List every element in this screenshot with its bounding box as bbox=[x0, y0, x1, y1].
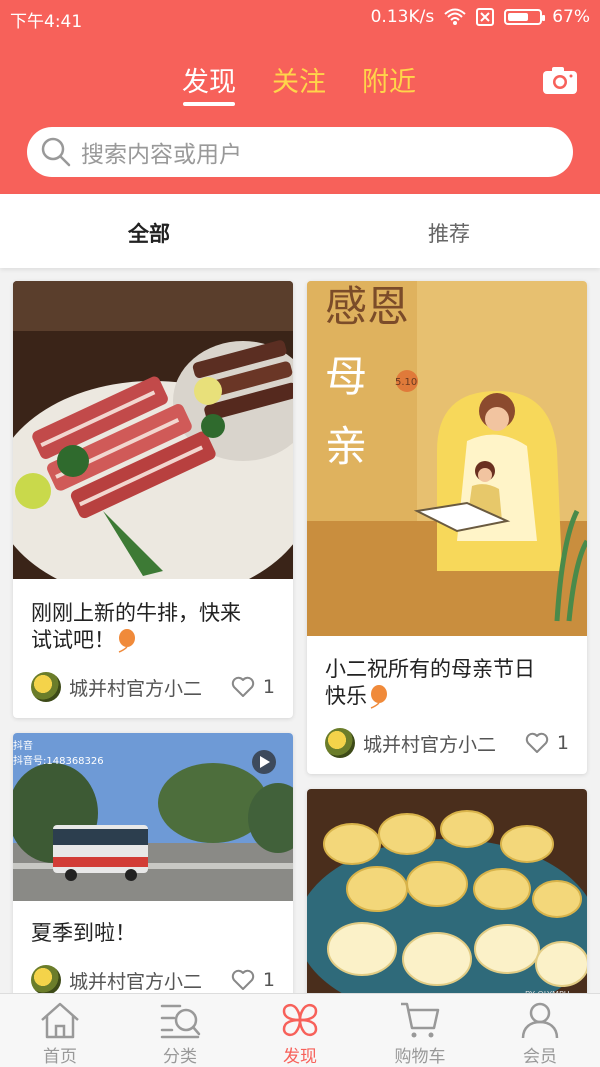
tab-nearby[interactable]: 附近 bbox=[362, 60, 416, 99]
subtabs: 全部 推荐 bbox=[0, 194, 600, 268]
like-count: 1 bbox=[556, 732, 569, 754]
mothers-day-illustration: 感恩 母 亲 5.10 bbox=[307, 281, 587, 636]
bottom-nav: 首页 分类 发现 购物车 会员 bbox=[0, 993, 600, 1067]
tab-discover-label: 发现 bbox=[182, 67, 236, 98]
card-title: 小二祝所有的母亲节日 快乐 bbox=[325, 656, 535, 710]
nav-category[interactable]: 分类 bbox=[135, 1000, 225, 1067]
subtab-recommended[interactable]: 推荐 bbox=[428, 218, 470, 248]
feed-card[interactable]: BY OLYMPU bbox=[307, 789, 587, 1003]
svg-text:感恩: 感恩 bbox=[325, 282, 409, 331]
balloon-icon bbox=[370, 685, 387, 709]
nav-category-label: 分类 bbox=[163, 1047, 197, 1067]
nav-member-label: 会员 bbox=[523, 1047, 557, 1067]
card-title-line: 刚刚上新的牛排，快来 bbox=[31, 601, 241, 625]
avatar bbox=[31, 672, 61, 702]
tiktok-label: 抖音 bbox=[13, 741, 33, 752]
category-icon bbox=[160, 1004, 201, 1039]
card-title-line: 小二祝所有的母亲节日 bbox=[325, 657, 535, 681]
status-bar: 下午4:41 0.13K/s 67% bbox=[0, 0, 600, 34]
battery-percent: 67% bbox=[552, 7, 590, 27]
cart-icon bbox=[401, 1002, 440, 1038]
card-title-line: 快乐 bbox=[325, 683, 535, 710]
status-right: 0.13K/s 67% bbox=[371, 7, 590, 27]
home-icon bbox=[41, 1002, 79, 1039]
battery-fill bbox=[508, 13, 529, 21]
discover-icon bbox=[282, 1003, 318, 1037]
nav-discover-label: 发现 bbox=[283, 1047, 317, 1067]
like-count: 1 bbox=[262, 969, 275, 991]
heart-icon bbox=[231, 676, 255, 697]
svg-text:5.10: 5.10 bbox=[395, 377, 417, 388]
heart-icon bbox=[231, 969, 255, 990]
svg-text:母: 母 bbox=[325, 352, 367, 401]
tiktok-watermark: 抖音 抖音号:148368326 bbox=[13, 737, 104, 767]
tab-nearby-label: 附近 bbox=[362, 67, 416, 98]
wifi-icon bbox=[444, 8, 466, 25]
nav-home[interactable]: 首页 bbox=[15, 1000, 105, 1067]
tab-follow[interactable]: 关注 bbox=[272, 60, 326, 99]
battery-icon bbox=[504, 9, 546, 25]
like-count: 1 bbox=[262, 676, 275, 698]
app-header: 下午4:41 0.13K/s 67% 发现 关注 附近 搜索内容或用户 bbox=[0, 0, 600, 194]
like-button[interactable]: 1 bbox=[231, 969, 275, 991]
heart-icon bbox=[525, 732, 549, 753]
camera-icon[interactable] bbox=[542, 65, 578, 95]
nav-cart-label: 购物车 bbox=[394, 1047, 446, 1067]
author-name: 城并村官方小二 bbox=[69, 970, 203, 993]
banana-snack-photo: BY OLYMPU bbox=[307, 789, 587, 1003]
search-bar[interactable]: 搜索内容或用户 bbox=[27, 127, 573, 177]
feed-card[interactable]: 感恩 母 亲 5.10 小二祝所有的母亲节日 快乐 城并村官方小二 1 bbox=[307, 281, 587, 774]
card-meta: 城并村官方小二 1 bbox=[325, 728, 569, 758]
tab-discover[interactable]: 发现 bbox=[182, 60, 236, 106]
author-name: 城并村官方小二 bbox=[69, 677, 203, 700]
search-placeholder: 搜索内容或用户 bbox=[81, 142, 242, 168]
search-icon bbox=[41, 137, 71, 167]
nav-home-label: 首页 bbox=[43, 1047, 77, 1067]
active-tab-underline bbox=[183, 102, 235, 106]
card-title-line: 夏季到啦！ bbox=[31, 921, 136, 945]
card-title: 夏季到啦！ bbox=[31, 920, 136, 947]
nav-member[interactable]: 会员 bbox=[495, 1000, 585, 1067]
author-name: 城并村官方小二 bbox=[363, 733, 497, 756]
nav-cart[interactable]: 购物车 bbox=[375, 1000, 465, 1067]
status-time: 下午4:41 bbox=[10, 12, 83, 32]
tiktok-id: 抖音号:148368326 bbox=[13, 756, 104, 767]
like-button[interactable]: 1 bbox=[231, 676, 275, 698]
tab-follow-label: 关注 bbox=[272, 67, 326, 98]
street-bus-photo: 抖音 抖音号:148368326 bbox=[13, 733, 293, 901]
sim-off-icon bbox=[476, 8, 495, 26]
avatar bbox=[31, 965, 61, 995]
card-meta: 城并村官方小二 1 bbox=[31, 965, 275, 995]
feed-card[interactable]: 刚刚上新的牛排，快来 试试吧！ 城并村官方小二 1 bbox=[13, 281, 293, 718]
avatar bbox=[325, 728, 355, 758]
feed-card[interactable]: 抖音 抖音号:148368326 夏季到啦！ 城并村官方小二 1 bbox=[13, 733, 293, 1003]
member-icon bbox=[521, 1002, 559, 1039]
card-title-line: 试试吧！ bbox=[31, 627, 241, 654]
network-speed: 0.13K/s bbox=[370, 7, 435, 27]
like-button[interactable]: 1 bbox=[525, 732, 569, 754]
card-meta: 城并村官方小二 1 bbox=[31, 672, 275, 702]
top-tabs: 发现 关注 附近 bbox=[0, 60, 600, 110]
card-title: 刚刚上新的牛排，快来 试试吧！ bbox=[31, 600, 241, 654]
subtab-all[interactable]: 全部 bbox=[128, 218, 170, 248]
nav-discover[interactable]: 发现 bbox=[255, 1000, 345, 1067]
balloon-icon bbox=[118, 629, 135, 653]
steak-photo bbox=[13, 281, 293, 579]
svg-text:亲: 亲 bbox=[325, 422, 367, 471]
